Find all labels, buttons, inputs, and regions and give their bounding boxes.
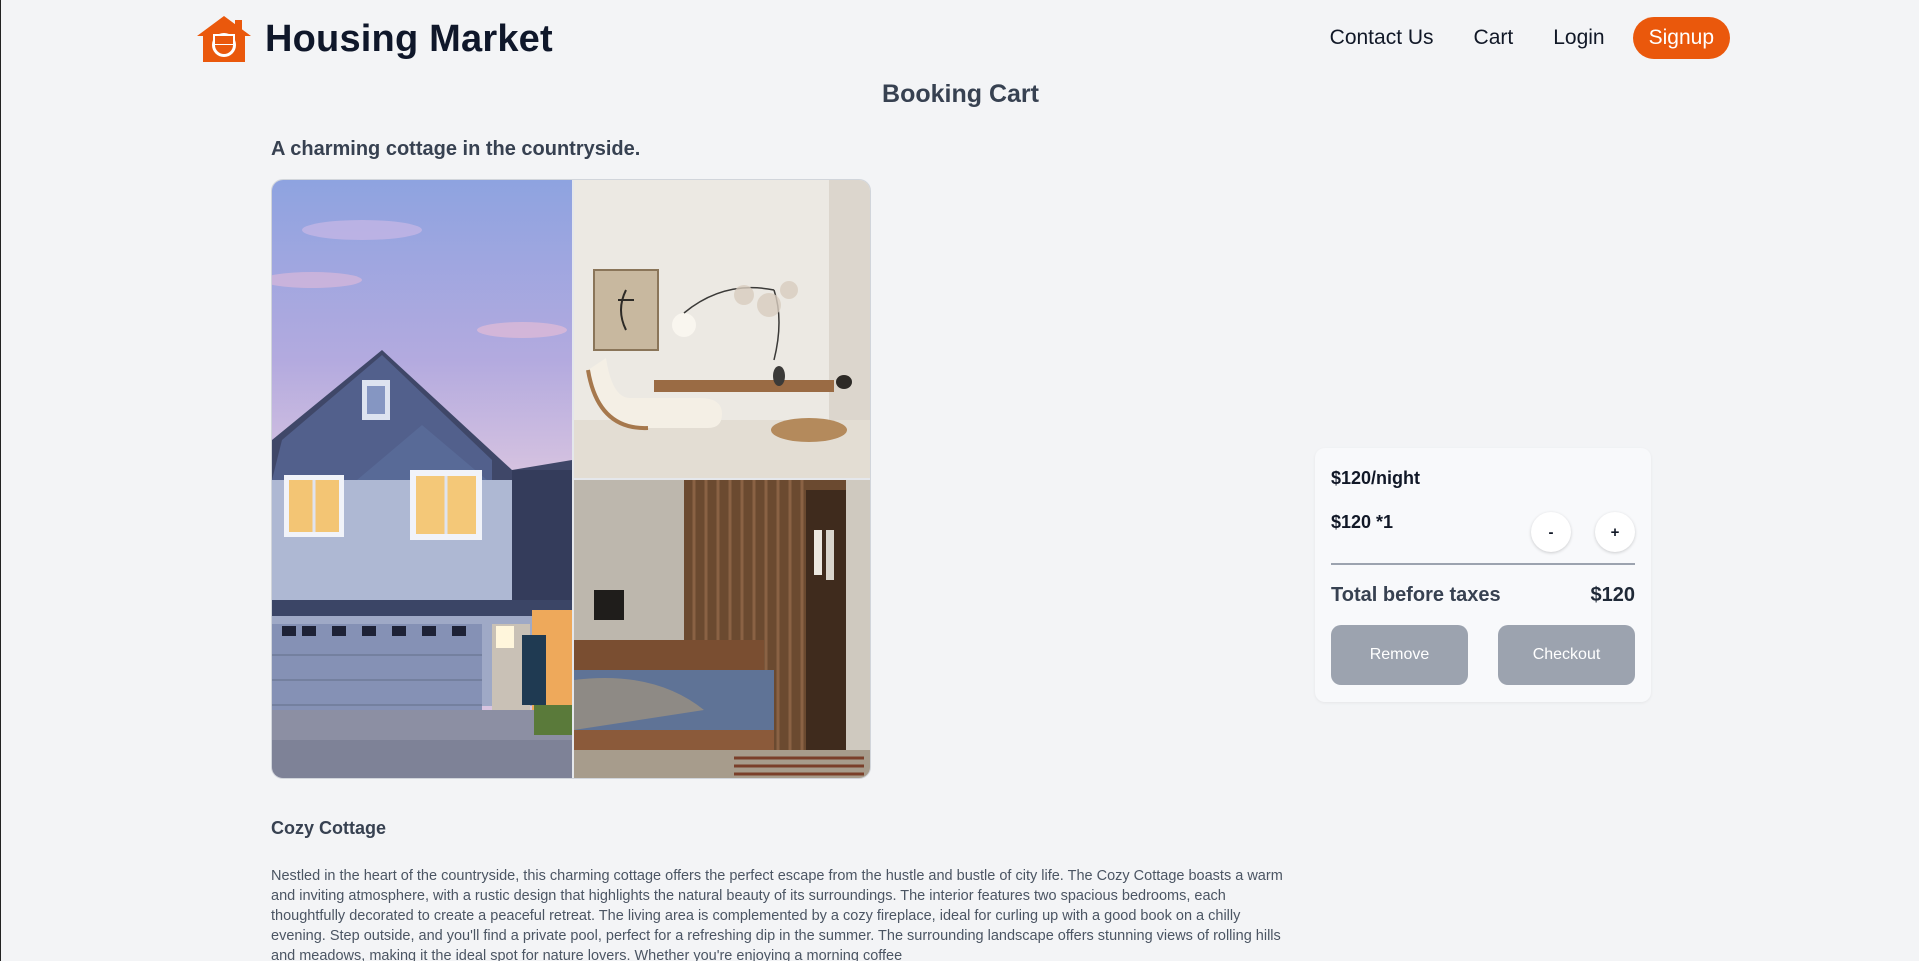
bedroom-photo[interactable] [574, 480, 870, 778]
total-value: $120 [1590, 584, 1636, 606]
living-room-photo[interactable] [574, 180, 870, 478]
remove-button[interactable]: Remove [1331, 625, 1468, 685]
brand-name[interactable]: Housing Market [265, 18, 553, 61]
listing-name: Cozy Cottage [271, 818, 387, 838]
house-exterior-photo[interactable] [272, 180, 572, 778]
nav-cart[interactable]: Cart [1474, 17, 1514, 59]
house-logo-icon[interactable] [195, 14, 253, 64]
nav-contact-us[interactable]: Contact Us [1330, 17, 1434, 59]
main-nav: Contact Us Cart Login Signup [1330, 17, 1730, 59]
divider [1331, 563, 1635, 565]
checkout-button[interactable]: Checkout [1498, 625, 1635, 685]
listing-headline: A charming cottage in the countryside. [271, 138, 641, 160]
listing-description: Nestled in the heart of the countryside,… [271, 868, 1283, 961]
total-label: Total before taxes [1331, 584, 1501, 606]
price-times-nights: $120 *1 [1331, 512, 1394, 532]
nightly-rate: $120/night [1331, 468, 1421, 488]
signup-button[interactable]: Signup [1632, 17, 1730, 59]
page-title: Booking Cart [882, 80, 1039, 108]
decrease-nights-button[interactable]: - [1531, 512, 1571, 552]
booking-summary-card: $120/night $120 *1 - + Total before taxe… [1315, 448, 1651, 702]
photo-gallery [271, 179, 871, 779]
increase-nights-button[interactable]: + [1595, 512, 1635, 552]
nav-login[interactable]: Login [1553, 17, 1604, 59]
site-header: Housing Market Contact Us Cart Login Sig… [1, 0, 1919, 80]
